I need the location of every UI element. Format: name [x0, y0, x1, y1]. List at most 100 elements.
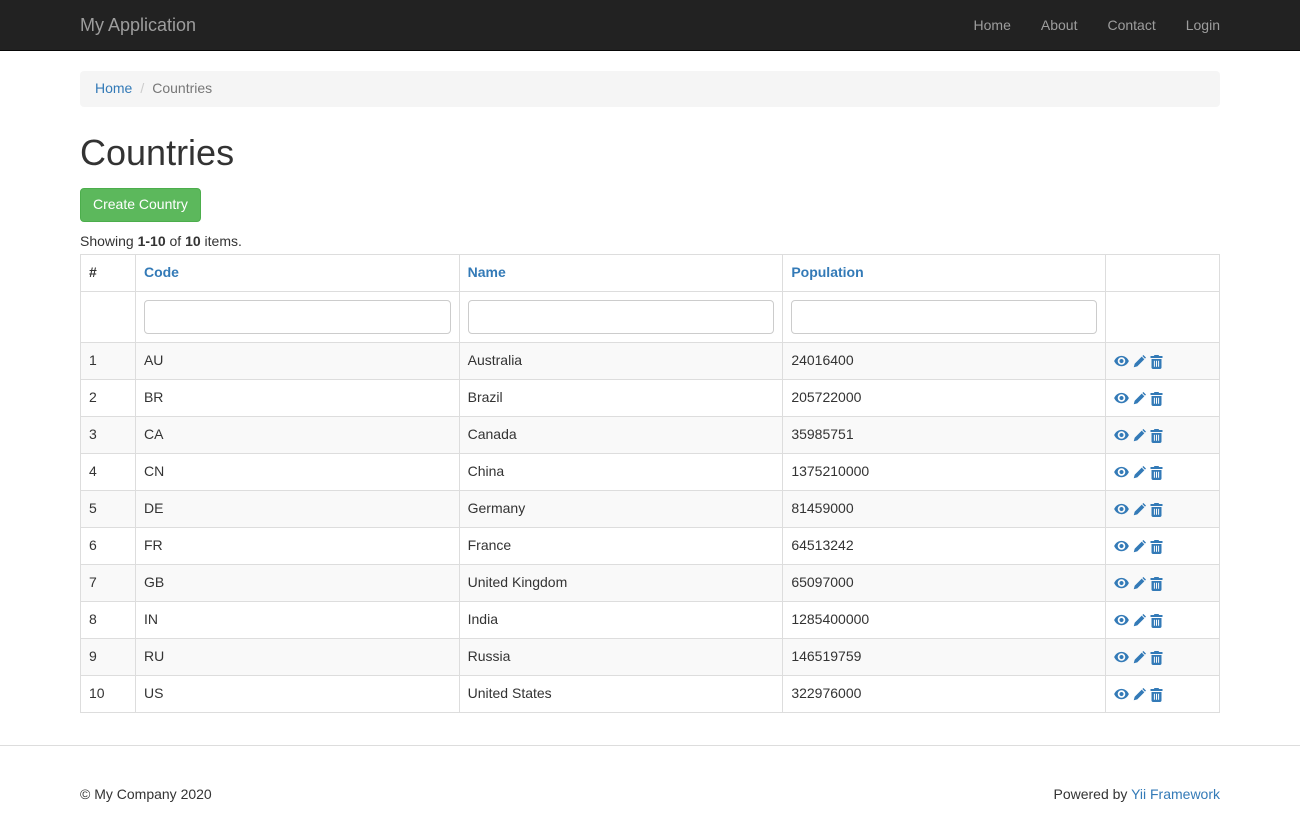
sort-link-code[interactable]: Code — [144, 264, 179, 280]
table-row: 1AUAustralia24016400 — [81, 343, 1220, 380]
summary-prefix: Showing — [80, 233, 138, 249]
update-pencil-icon[interactable] — [1133, 355, 1146, 368]
view-eye-icon[interactable] — [1114, 614, 1129, 627]
summary-range: 1-10 — [138, 233, 166, 249]
breadcrumb-home-link[interactable]: Home — [95, 80, 132, 96]
population-cell: 1285400000 — [783, 602, 1106, 639]
table-row: 8INIndia1285400000 — [81, 602, 1220, 639]
index-cell: 2 — [81, 380, 136, 417]
copyright-text: © My Company 2020 — [80, 785, 212, 805]
grid-summary: Showing 1-10 of 10 items. — [80, 232, 1220, 252]
summary-middle: of — [166, 233, 185, 249]
update-pencil-icon[interactable] — [1133, 503, 1146, 516]
index-cell: 1 — [81, 343, 136, 380]
index-cell: 9 — [81, 639, 136, 676]
update-pencil-icon[interactable] — [1133, 577, 1146, 590]
delete-trash-icon[interactable] — [1150, 614, 1163, 628]
code-cell: IN — [135, 602, 459, 639]
view-eye-icon[interactable] — [1114, 688, 1129, 701]
index-cell: 7 — [81, 565, 136, 602]
view-eye-icon[interactable] — [1114, 466, 1129, 479]
code-filter-input[interactable] — [144, 300, 451, 334]
delete-trash-icon[interactable] — [1150, 651, 1163, 665]
delete-trash-icon[interactable] — [1150, 503, 1163, 517]
create-country-button[interactable]: Create Country — [80, 188, 201, 222]
action-cell — [1106, 565, 1220, 602]
nav-link-about[interactable]: About — [1026, 0, 1093, 50]
update-pencil-icon[interactable] — [1133, 688, 1146, 701]
population-cell: 1375210000 — [783, 454, 1106, 491]
update-pencil-icon[interactable] — [1133, 540, 1146, 553]
index-cell: 3 — [81, 417, 136, 454]
name-cell: France — [459, 528, 783, 565]
code-cell: DE — [135, 491, 459, 528]
code-cell: US — [135, 676, 459, 713]
population-cell: 35985751 — [783, 417, 1106, 454]
index-cell: 5 — [81, 491, 136, 528]
table-row: 9RURussia146519759 — [81, 639, 1220, 676]
population-filter-input[interactable] — [791, 300, 1097, 334]
view-eye-icon[interactable] — [1114, 355, 1129, 368]
index-cell: 4 — [81, 454, 136, 491]
update-pencil-icon[interactable] — [1133, 466, 1146, 479]
update-pencil-icon[interactable] — [1133, 614, 1146, 627]
summary-suffix: items. — [201, 233, 242, 249]
code-cell: CA — [135, 417, 459, 454]
nav-link-home[interactable]: Home — [959, 0, 1026, 50]
view-eye-icon[interactable] — [1114, 540, 1129, 553]
code-cell: CN — [135, 454, 459, 491]
delete-trash-icon[interactable] — [1150, 688, 1163, 702]
table-header-row: # Code Name Population — [81, 255, 1220, 292]
delete-trash-icon[interactable] — [1150, 355, 1163, 369]
action-cell — [1106, 454, 1220, 491]
index-cell: 6 — [81, 528, 136, 565]
name-filter-input[interactable] — [468, 300, 775, 334]
code-cell: FR — [135, 528, 459, 565]
delete-trash-icon[interactable] — [1150, 429, 1163, 443]
breadcrumb-current: Countries — [152, 79, 212, 99]
powered-by-prefix: Powered by — [1053, 786, 1131, 802]
nav-link-login[interactable]: Login — [1171, 0, 1235, 50]
table-row: 6FRFrance64513242 — [81, 528, 1220, 565]
view-eye-icon[interactable] — [1114, 503, 1129, 516]
code-cell: BR — [135, 380, 459, 417]
action-cell — [1106, 528, 1220, 565]
page-title: Countries — [80, 127, 1220, 178]
action-cell — [1106, 602, 1220, 639]
delete-trash-icon[interactable] — [1150, 577, 1163, 591]
action-cell — [1106, 491, 1220, 528]
name-cell: United Kingdom — [459, 565, 783, 602]
code-cell: GB — [135, 565, 459, 602]
action-cell — [1106, 343, 1220, 380]
delete-trash-icon[interactable] — [1150, 466, 1163, 480]
powered-by-text: Powered by Yii Framework — [1053, 785, 1220, 805]
view-eye-icon[interactable] — [1114, 577, 1129, 590]
column-header-actions — [1106, 255, 1220, 292]
update-pencil-icon[interactable] — [1133, 392, 1146, 405]
name-cell: Russia — [459, 639, 783, 676]
update-pencil-icon[interactable] — [1133, 651, 1146, 664]
filter-cell-empty — [81, 292, 136, 343]
population-cell: 24016400 — [783, 343, 1106, 380]
delete-trash-icon[interactable] — [1150, 392, 1163, 406]
nav-link-contact[interactable]: Contact — [1092, 0, 1170, 50]
breadcrumb-separator: / — [132, 79, 152, 99]
footer: © My Company 2020 Powered by Yii Framewo… — [0, 745, 1300, 839]
view-eye-icon[interactable] — [1114, 651, 1129, 664]
table-row: 3CACanada35985751 — [81, 417, 1220, 454]
yii-framework-link[interactable]: Yii Framework — [1131, 786, 1220, 802]
population-cell: 81459000 — [783, 491, 1106, 528]
update-pencil-icon[interactable] — [1133, 429, 1146, 442]
name-cell: Australia — [459, 343, 783, 380]
view-eye-icon[interactable] — [1114, 429, 1129, 442]
delete-trash-icon[interactable] — [1150, 540, 1163, 554]
action-cell — [1106, 417, 1220, 454]
view-eye-icon[interactable] — [1114, 392, 1129, 405]
name-cell: United States — [459, 676, 783, 713]
sort-link-name[interactable]: Name — [468, 264, 506, 280]
action-cell — [1106, 676, 1220, 713]
name-cell: China — [459, 454, 783, 491]
sort-link-population[interactable]: Population — [791, 264, 863, 280]
navbar-brand[interactable]: My Application — [80, 0, 196, 50]
index-cell: 10 — [81, 676, 136, 713]
